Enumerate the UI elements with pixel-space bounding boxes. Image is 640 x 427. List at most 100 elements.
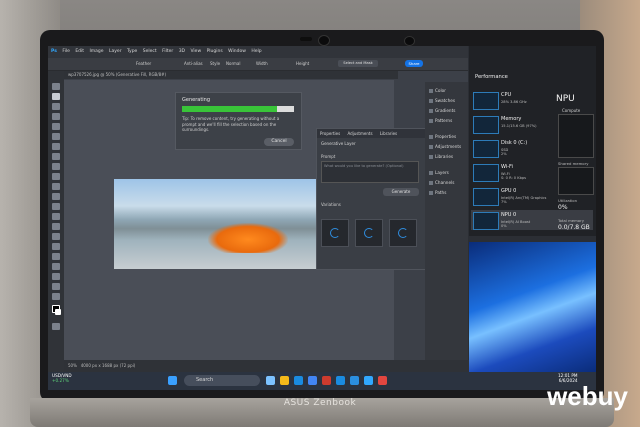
background-color-swatch[interactable] <box>55 309 61 315</box>
panel-label: Properties <box>435 134 457 139</box>
clone-stamp-tool-icon[interactable] <box>52 173 60 180</box>
frame-tool-icon[interactable] <box>52 133 60 140</box>
menu-type[interactable]: Type <box>127 49 137 54</box>
utilization-value: 0% <box>558 204 568 211</box>
tab-libraries[interactable]: Libraries <box>380 131 397 136</box>
properties-tabs: Properties Adjustments Libraries <box>317 129 427 138</box>
panel-paths[interactable]: Paths <box>429 190 446 195</box>
menu-filter[interactable]: Filter <box>162 49 173 54</box>
magic-wand-tool-icon[interactable] <box>52 113 60 120</box>
perf-detail: 28% 3.86 GHz <box>501 100 527 104</box>
gradient-tool-icon[interactable] <box>52 203 60 210</box>
document-size: 4000 px x 1688 px (72 ppi) <box>80 363 136 368</box>
panel-channels[interactable]: Channels <box>429 180 454 185</box>
swatches-icon <box>429 99 433 103</box>
progress-fill <box>182 106 278 112</box>
photos-icon[interactable] <box>350 376 359 385</box>
option-feather[interactable]: Feather <box>136 61 151 66</box>
prompt-input[interactable]: What would you like to generate? (Option… <box>321 161 419 183</box>
stock-widget[interactable]: USD/VND +0.27% <box>52 373 72 383</box>
mcafee-icon[interactable] <box>322 376 331 385</box>
start-icon[interactable] <box>168 376 177 385</box>
brush-tool-icon[interactable] <box>52 163 60 170</box>
panel-dock: Color Swatches Gradients Patterns Proper… <box>425 82 468 372</box>
total-memory-label: Total memory <box>558 218 584 223</box>
path-selection-tool-icon[interactable] <box>52 253 60 260</box>
blur-tool-icon[interactable] <box>52 213 60 220</box>
move-tool-icon[interactable] <box>52 83 60 90</box>
ticker-change: +0.27% <box>52 378 69 383</box>
store-icon[interactable] <box>336 376 345 385</box>
panel-swatches[interactable]: Swatches <box>429 98 455 103</box>
option-style[interactable]: Style <box>210 61 220 66</box>
perf-name: Disk 0 (C:) <box>501 140 528 146</box>
crop-tool-icon[interactable] <box>52 123 60 130</box>
type-tool-icon[interactable] <box>52 243 60 250</box>
panel-adjustments[interactable]: Adjustments <box>429 144 461 149</box>
panel-properties[interactable]: Properties <box>429 134 456 139</box>
file-explorer-icon[interactable] <box>280 376 289 385</box>
menu-window[interactable]: Window <box>228 49 246 54</box>
chrome-icon[interactable] <box>308 376 317 385</box>
panel-libraries[interactable]: Libraries <box>429 154 453 159</box>
option-anti-alias[interactable]: Anti-alias <box>184 61 203 66</box>
dodge-tool-icon[interactable] <box>52 223 60 230</box>
quick-mask-icon[interactable] <box>52 323 60 330</box>
menu-select[interactable]: Select <box>143 49 157 54</box>
menu-help[interactable]: Help <box>251 49 261 54</box>
option-style-value[interactable]: Normal <box>226 61 240 66</box>
tab-adjustments[interactable]: Adjustments <box>348 131 373 136</box>
prompt-label: Prompt <box>321 154 336 159</box>
shape-tool-icon[interactable] <box>52 263 60 270</box>
panel-color[interactable]: Color <box>429 88 446 93</box>
eraser-tool-icon[interactable] <box>52 193 60 200</box>
healing-brush-tool-icon[interactable] <box>52 153 60 160</box>
option-width[interactable]: Width <box>256 61 268 66</box>
share-button[interactable]: Share <box>405 60 423 67</box>
pen-tool-icon[interactable] <box>52 233 60 240</box>
hand-tool-icon[interactable] <box>52 273 60 280</box>
more-tools-icon[interactable] <box>52 293 60 300</box>
edge-icon[interactable] <box>294 376 303 385</box>
perf-name: Memory <box>501 116 522 122</box>
option-height[interactable]: Height <box>296 61 309 66</box>
panel-label: Paths <box>435 190 447 195</box>
variation-thumbnail[interactable] <box>355 219 383 247</box>
panel-label: Patterns <box>435 118 453 123</box>
search-box[interactable]: Search <box>184 375 260 386</box>
zoom-level[interactable]: 50% <box>68 363 77 368</box>
dialog-title: Generating <box>182 97 211 103</box>
variation-thumbnail[interactable] <box>389 219 417 247</box>
menu-image[interactable]: Image <box>89 49 103 54</box>
utilization-label: Utilization <box>558 198 578 203</box>
menu-view[interactable]: View <box>190 49 201 54</box>
panel-layers[interactable]: Layers <box>429 170 449 175</box>
marquee-tool-icon[interactable] <box>52 93 60 100</box>
history-brush-tool-icon[interactable] <box>52 183 60 190</box>
panel-patterns[interactable]: Patterns <box>429 118 452 123</box>
menu-layer[interactable]: Layer <box>109 49 122 54</box>
eyedropper-tool-icon[interactable] <box>52 143 60 150</box>
perf-name: Wi-Fi <box>501 164 513 170</box>
menu-edit[interactable]: Edit <box>75 49 84 54</box>
memory-graph <box>473 116 499 134</box>
zoom-tool-icon[interactable] <box>52 283 60 290</box>
widgets-icon[interactable] <box>266 376 275 385</box>
menu-plugins[interactable]: Plugins <box>207 49 223 54</box>
photoshop-icon[interactable] <box>364 376 373 385</box>
tab-properties[interactable]: Properties <box>320 131 340 136</box>
select-and-mask-button[interactable]: Select and Mask <box>338 60 378 67</box>
laptop-screen: Ps File Edit Image Layer Type Select Fil… <box>48 46 596 390</box>
menu-file[interactable]: File <box>62 49 70 54</box>
adjustments-icon <box>429 145 433 149</box>
menu-3d[interactable]: 3D <box>179 49 185 54</box>
loading-spinner-icon <box>330 228 340 238</box>
webuy-watermark: webuy <box>547 381 628 411</box>
generate-button[interactable]: Generate <box>383 188 419 196</box>
lasso-tool-icon[interactable] <box>52 103 60 110</box>
document-tab[interactable]: wp3707526.jpg @ 50% (Generative Fill, RG… <box>64 71 398 79</box>
app-icon[interactable] <box>378 376 387 385</box>
panel-gradients[interactable]: Gradients <box>429 108 455 113</box>
cancel-button[interactable]: Cancel <box>264 138 294 146</box>
variation-thumbnail[interactable] <box>321 219 349 247</box>
